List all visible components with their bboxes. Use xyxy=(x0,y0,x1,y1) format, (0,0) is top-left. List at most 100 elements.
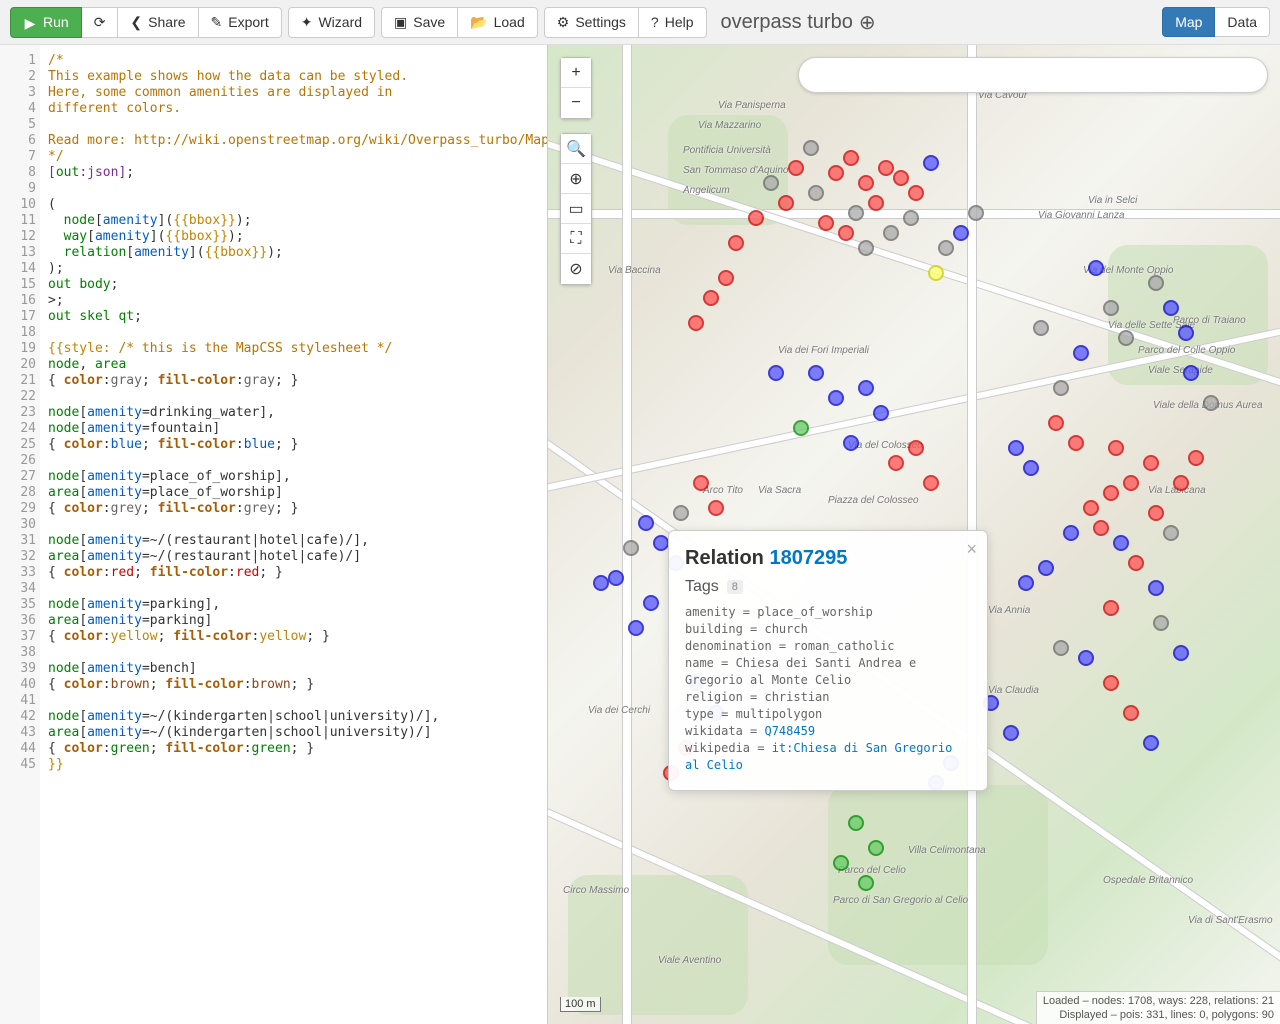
bbox-button[interactable]: ▭ xyxy=(561,194,591,224)
map-marker[interactable] xyxy=(1123,475,1139,491)
map-marker[interactable] xyxy=(1068,435,1084,451)
map-marker[interactable] xyxy=(693,475,709,491)
map-marker[interactable] xyxy=(1038,560,1054,576)
map-marker[interactable] xyxy=(923,155,939,171)
map-marker[interactable] xyxy=(1148,275,1164,291)
map-marker[interactable] xyxy=(848,205,864,221)
map-marker[interactable] xyxy=(893,170,909,186)
map-marker[interactable] xyxy=(873,405,889,421)
map-marker[interactable] xyxy=(1143,735,1159,751)
map-marker[interactable] xyxy=(1083,500,1099,516)
locate-button[interactable]: ⊕ xyxy=(561,164,591,194)
map-marker[interactable] xyxy=(1173,645,1189,661)
map-marker[interactable] xyxy=(1103,600,1119,616)
map-marker[interactable] xyxy=(848,815,864,831)
close-icon[interactable]: × xyxy=(966,539,977,560)
map-marker[interactable] xyxy=(1018,575,1034,591)
help-button[interactable]: ?Help xyxy=(639,7,707,38)
map-marker[interactable] xyxy=(1148,580,1164,596)
map-marker[interactable] xyxy=(1103,300,1119,316)
feature-id-link[interactable]: 1807295 xyxy=(769,547,847,569)
map-marker[interactable] xyxy=(1053,640,1069,656)
map-view[interactable]: Via PanispernaVia CavourVia Giovanni Lan… xyxy=(548,45,1280,1024)
map-marker[interactable] xyxy=(908,185,924,201)
map-marker[interactable] xyxy=(1163,525,1179,541)
map-marker[interactable] xyxy=(923,475,939,491)
map-marker[interactable] xyxy=(1123,705,1139,721)
map-marker[interactable] xyxy=(1183,365,1199,381)
map-marker[interactable] xyxy=(908,440,924,456)
map-marker[interactable] xyxy=(1008,440,1024,456)
map-marker[interactable] xyxy=(1023,460,1039,476)
zoom-out-button[interactable]: − xyxy=(561,88,591,118)
map-marker[interactable] xyxy=(1153,615,1169,631)
map-marker[interactable] xyxy=(878,160,894,176)
map-marker[interactable] xyxy=(643,595,659,611)
map-marker[interactable] xyxy=(1128,555,1144,571)
map-marker[interactable] xyxy=(803,140,819,156)
map-marker[interactable] xyxy=(808,185,824,201)
map-marker[interactable] xyxy=(763,175,779,191)
export-button[interactable]: ✎Export xyxy=(199,7,282,38)
map-marker[interactable] xyxy=(858,875,874,891)
map-marker[interactable] xyxy=(843,150,859,166)
search-tool-button[interactable]: 🔍 xyxy=(561,134,591,164)
map-marker[interactable] xyxy=(1093,520,1109,536)
map-marker[interactable] xyxy=(828,165,844,181)
map-marker[interactable] xyxy=(1148,505,1164,521)
save-button[interactable]: ▣Save xyxy=(381,7,458,38)
map-marker[interactable] xyxy=(793,420,809,436)
map-marker[interactable] xyxy=(1203,395,1219,411)
map-marker[interactable] xyxy=(628,620,644,636)
map-marker[interactable] xyxy=(953,225,969,241)
map-marker[interactable] xyxy=(868,840,884,856)
map-marker[interactable] xyxy=(1033,320,1049,336)
map-marker[interactable] xyxy=(858,240,874,256)
map-marker[interactable] xyxy=(843,435,859,451)
map-marker[interactable] xyxy=(868,195,884,211)
map-marker[interactable] xyxy=(928,265,944,281)
map-marker[interactable] xyxy=(703,290,719,306)
map-marker[interactable] xyxy=(1088,260,1104,276)
map-search[interactable] xyxy=(798,57,1268,93)
clear-button[interactable]: ⊘ xyxy=(561,254,591,284)
map-marker[interactable] xyxy=(968,205,984,221)
map-marker[interactable] xyxy=(1163,300,1179,316)
wizard-button[interactable]: ✦Wizard xyxy=(288,7,375,38)
map-marker[interactable] xyxy=(1063,525,1079,541)
map-marker[interactable] xyxy=(838,225,854,241)
load-button[interactable]: 📂Load xyxy=(458,7,538,38)
map-marker[interactable] xyxy=(808,365,824,381)
map-marker[interactable] xyxy=(818,215,834,231)
map-marker[interactable] xyxy=(1188,450,1204,466)
map-marker[interactable] xyxy=(593,575,609,591)
map-marker[interactable] xyxy=(1113,535,1129,551)
map-marker[interactable] xyxy=(1118,330,1134,346)
map-marker[interactable] xyxy=(1003,725,1019,741)
tab-map[interactable]: Map xyxy=(1162,7,1215,37)
map-marker[interactable] xyxy=(778,195,794,211)
share-button[interactable]: ❮Share xyxy=(118,7,198,38)
map-marker[interactable] xyxy=(828,390,844,406)
map-marker[interactable] xyxy=(1178,325,1194,341)
map-marker[interactable] xyxy=(888,455,904,471)
settings-button[interactable]: ⚙Settings xyxy=(544,7,639,38)
map-marker[interactable] xyxy=(883,225,899,241)
map-marker[interactable] xyxy=(638,515,654,531)
run-button[interactable]: ▶Run xyxy=(10,7,82,38)
map-marker[interactable] xyxy=(903,210,919,226)
map-marker[interactable] xyxy=(673,505,689,521)
map-marker[interactable] xyxy=(708,500,724,516)
map-marker[interactable] xyxy=(1048,415,1064,431)
map-marker[interactable] xyxy=(718,270,734,286)
map-marker[interactable] xyxy=(833,855,849,871)
map-marker[interactable] xyxy=(1103,485,1119,501)
map-marker[interactable] xyxy=(1103,675,1119,691)
tab-data[interactable]: Data xyxy=(1215,7,1270,37)
map-marker[interactable] xyxy=(858,380,874,396)
map-marker[interactable] xyxy=(1053,380,1069,396)
map-marker[interactable] xyxy=(1078,650,1094,666)
map-marker[interactable] xyxy=(608,570,624,586)
zoom-in-button[interactable]: + xyxy=(561,58,591,88)
map-marker[interactable] xyxy=(1173,475,1189,491)
